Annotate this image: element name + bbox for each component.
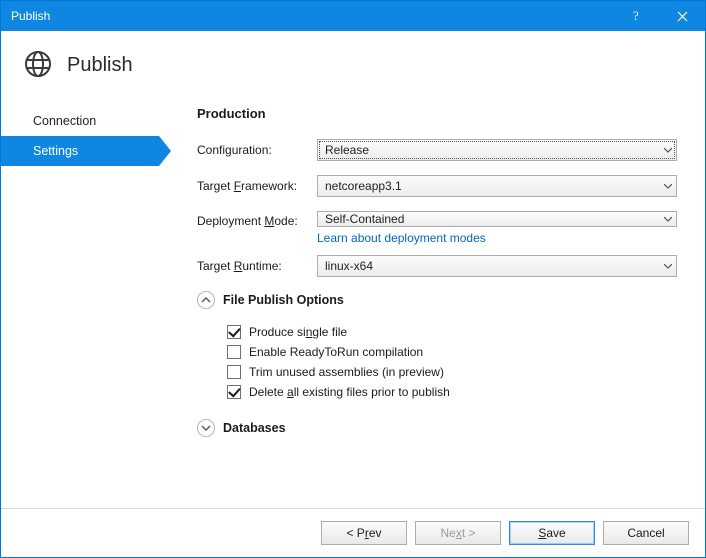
option-produce-single-file[interactable]: Produce single file [227,325,677,339]
expander-title: File Publish Options [223,293,344,307]
file-publish-options: Produce single file Enable ReadyToRun co… [197,317,677,409]
chevron-down-icon [664,259,672,273]
profile-name: Production [197,106,677,121]
help-button[interactable]: ? [613,1,659,31]
select-target-framework[interactable]: netcoreapp3.1 [317,175,677,197]
content: Production Configuration: Release Target… [159,86,705,508]
label-deployment-mode: Deployment Mode: [197,214,317,228]
expander-databases[interactable]: Databases [197,419,677,437]
row-deployment-mode: Deployment Mode: Self-Contained Learn ab… [197,211,677,245]
row-configuration: Configuration: Release [197,139,677,161]
checkbox-icon [227,365,241,379]
select-value: Self-Contained [325,212,404,226]
option-trim-unused[interactable]: Trim unused assemblies (in preview) [227,365,677,379]
chevron-down-icon [664,179,672,193]
svg-text:?: ? [633,9,639,23]
next-button[interactable]: Next > [415,521,501,545]
close-button[interactable] [659,1,705,31]
row-target-framework: Target Framework: netcoreapp3.1 [197,175,677,197]
option-label: Delete all existing files prior to publi… [249,385,450,399]
footer: < Prev Next > Save Cancel [1,508,705,557]
chevron-down-icon [664,143,672,157]
save-button[interactable]: Save [509,521,595,545]
header-caption: Publish [67,54,133,77]
header: Publish [1,31,705,86]
titlebar: Publish ? [1,1,705,31]
label-target-runtime: Target Runtime: [197,259,317,273]
sidebar-item-connection[interactable]: Connection [1,106,159,136]
sidebar-item-settings[interactable]: Settings [1,136,159,166]
chevron-up-icon [197,291,215,309]
publish-dialog: Publish ? Publish Connection Settings [0,0,706,558]
chevron-down-icon [664,212,672,226]
checkbox-icon [227,325,241,339]
prev-button[interactable]: < Prev [321,521,407,545]
sidebar-item-label: Settings [33,144,78,158]
label-configuration: Configuration: [197,143,317,157]
select-value: linux-x64 [325,259,373,273]
expander-file-publish[interactable]: File Publish Options [197,291,677,309]
label-target-framework: Target Framework: [197,179,317,193]
option-ready-to-run[interactable]: Enable ReadyToRun compilation [227,345,677,359]
option-label: Produce single file [249,325,347,339]
select-deployment-mode[interactable]: Self-Contained [317,211,677,227]
chevron-down-icon [197,419,215,437]
option-label: Trim unused assemblies (in preview) [249,365,444,379]
checkbox-icon [227,385,241,399]
checkbox-icon [227,345,241,359]
select-target-runtime[interactable]: linux-x64 [317,255,677,277]
select-configuration[interactable]: Release [317,139,677,161]
row-target-runtime: Target Runtime: linux-x64 [197,255,677,277]
select-value: netcoreapp3.1 [325,179,402,193]
window-title: Publish [11,9,50,23]
option-delete-existing[interactable]: Delete all existing files prior to publi… [227,385,677,399]
expander-title: Databases [223,421,286,435]
option-label: Enable ReadyToRun compilation [249,345,423,359]
sidebar-item-label: Connection [33,114,96,128]
globe-icon [23,49,53,82]
select-value: Release [325,143,369,157]
sidebar: Connection Settings [1,86,159,508]
link-learn-deployment-modes[interactable]: Learn about deployment modes [317,231,677,245]
cancel-button[interactable]: Cancel [603,521,689,545]
